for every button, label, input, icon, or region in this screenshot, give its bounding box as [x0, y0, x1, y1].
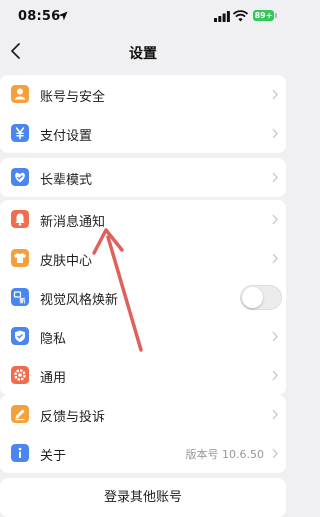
- navigation-bar: 设置: [0, 34, 286, 70]
- toggle-knob: [242, 287, 263, 308]
- svg-text:新: 新: [20, 297, 26, 305]
- setting-label: 皮肤中心: [40, 254, 93, 269]
- setting-row-skin-center[interactable]: 皮肤中心: [0, 239, 286, 278]
- person-icon: [11, 85, 29, 103]
- status-bar: 08:56 89+: [0, 0, 286, 34]
- battery-tip: [275, 13, 277, 18]
- setting-label: 长辈模式: [40, 173, 93, 188]
- setting-row-visual-style[interactable]: 新 视觉风格焕新: [0, 278, 286, 317]
- page-title: 设置: [129, 46, 157, 62]
- setting-label: 支付设置: [40, 129, 93, 144]
- pencil-icon: [11, 405, 29, 423]
- heart-icon: [11, 168, 29, 186]
- shield-icon: [11, 327, 29, 345]
- shirt-icon: [11, 249, 29, 267]
- chevron-right-icon: [272, 172, 278, 183]
- setting-row-privacy[interactable]: 隐私: [0, 317, 286, 356]
- setting-label: 反馈与投诉: [40, 410, 106, 425]
- setting-row-feedback[interactable]: 反馈与投诉: [0, 395, 286, 434]
- chevron-right-icon: [272, 370, 278, 381]
- chevron-right-icon: [272, 448, 278, 459]
- visual-style-toggle[interactable]: [240, 285, 282, 310]
- setting-row-about[interactable]: 关于 版本号 10.6.50: [0, 434, 286, 473]
- settings-group-general: 新消息通知 皮肤中心 新 视觉风格焕新 隐私 通用: [0, 200, 286, 395]
- status-time: 08:56: [18, 9, 61, 24]
- location-arrow-icon: [58, 11, 68, 21]
- setting-label: 账号与安全: [40, 90, 106, 105]
- setting-row-account-security[interactable]: 账号与安全: [0, 75, 286, 114]
- battery-indicator: 89+: [253, 10, 274, 21]
- yuan-icon: [11, 124, 29, 142]
- setting-label: 视觉风格焕新: [40, 293, 119, 308]
- info-icon: [11, 444, 29, 462]
- chevron-right-icon: [272, 253, 278, 264]
- login-other-account-button[interactable]: 登录其他账号: [0, 478, 286, 517]
- setting-label: 关于: [40, 449, 67, 464]
- settings-group-account: 账号与安全 支付设置: [0, 75, 286, 153]
- chevron-right-icon: [272, 128, 278, 139]
- setting-row-general[interactable]: 通用: [0, 356, 286, 395]
- chevron-right-icon: [272, 331, 278, 342]
- settings-group-elder: 长辈模式: [0, 158, 286, 197]
- bell-icon: [11, 210, 29, 228]
- login-other-account-label: 登录其他账号: [103, 490, 182, 505]
- chevron-right-icon: [272, 89, 278, 100]
- settings-group-about: 反馈与投诉 关于 版本号 10.6.50: [0, 395, 286, 473]
- chevron-right-icon: [272, 409, 278, 420]
- version-text: 版本号 10.6.50: [185, 448, 264, 461]
- wifi-icon: [233, 10, 248, 22]
- setting-label: 隐私: [40, 332, 67, 347]
- new-style-icon: 新: [11, 288, 29, 306]
- setting-row-payment[interactable]: 支付设置: [0, 114, 286, 153]
- gear-icon: [11, 366, 29, 384]
- setting-row-elder-mode[interactable]: 长辈模式: [0, 158, 286, 197]
- setting-label: 通用: [40, 371, 67, 386]
- signal-icon: [214, 11, 230, 22]
- setting-label: 新消息通知: [40, 215, 106, 230]
- setting-row-notifications[interactable]: 新消息通知: [0, 200, 286, 239]
- chevron-right-icon: [272, 214, 278, 225]
